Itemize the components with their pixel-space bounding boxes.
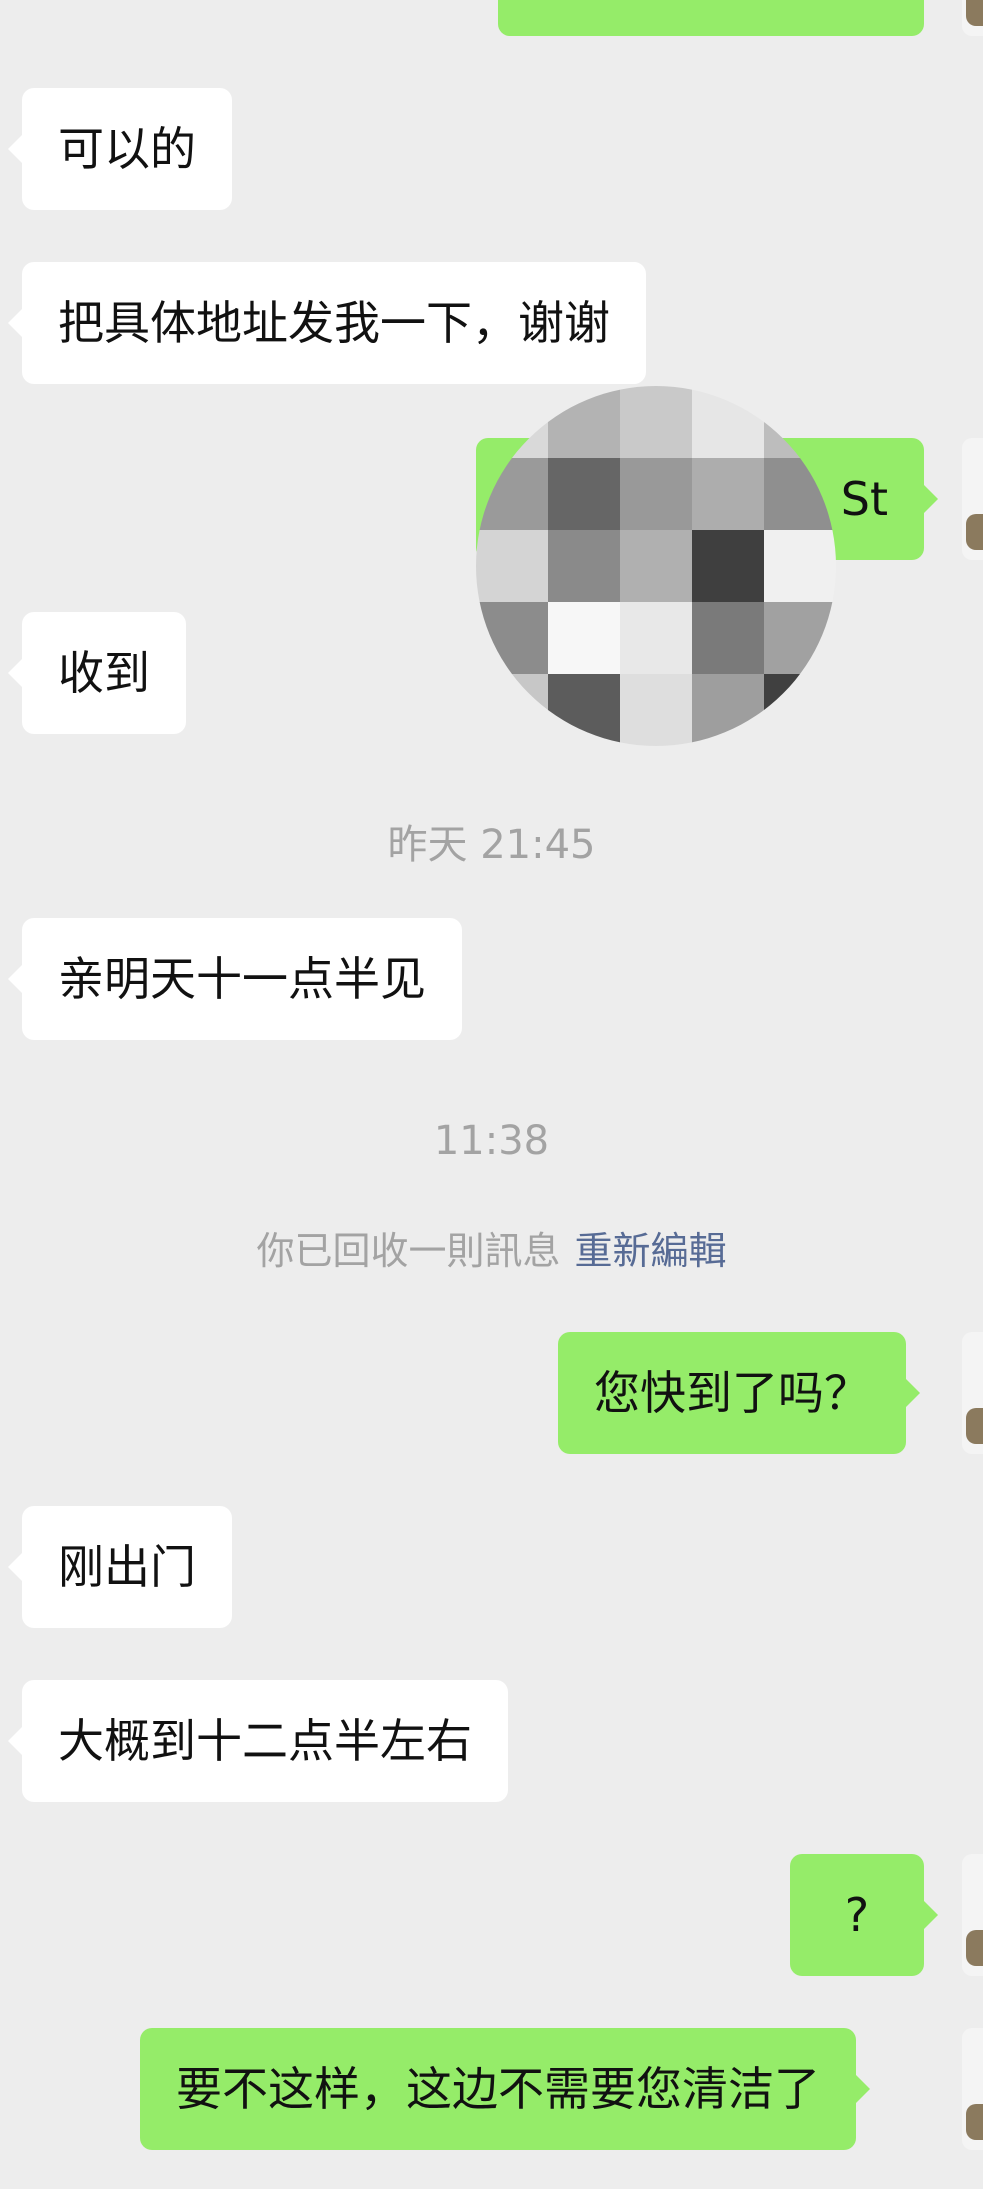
mosaic-tile xyxy=(620,458,692,530)
mosaic-tile xyxy=(764,674,836,746)
message-bubble[interactable]: 把具体地址发我一下，谢谢 xyxy=(8,262,646,384)
message-bubble-partial[interactable] xyxy=(498,0,924,36)
pixelated-redaction-icon xyxy=(476,386,836,746)
mosaic-tile xyxy=(692,602,764,674)
mosaic-tile xyxy=(620,386,692,458)
mosaic-tile xyxy=(476,602,548,674)
chat-message-list[interactable]: 可以的 把具体地址发我一下，谢谢 St 收到 昨天 21:45 亲明天十一点半见… xyxy=(0,0,983,2189)
message-bubble[interactable]: 大概到十二点半左右 xyxy=(8,1680,508,1802)
avatar[interactable] xyxy=(962,438,983,560)
mosaic-tile xyxy=(548,386,620,458)
avatar[interactable] xyxy=(962,1854,983,1976)
mosaic-tile xyxy=(692,674,764,746)
mosaic-tile xyxy=(692,530,764,602)
mosaic-tile xyxy=(764,602,836,674)
avatar[interactable] xyxy=(962,2028,983,2150)
mosaic-tile xyxy=(692,386,764,458)
mosaic-tile xyxy=(548,530,620,602)
message-bubble[interactable]: 收到 xyxy=(8,612,186,734)
timestamp: 11:38 xyxy=(433,1118,550,1164)
mosaic-tile xyxy=(620,602,692,674)
mosaic-tile xyxy=(620,674,692,746)
recall-notice-text: 你已回收一則訊息 xyxy=(256,1229,561,1273)
avatar[interactable] xyxy=(962,1332,983,1454)
mosaic-tile xyxy=(548,602,620,674)
mosaic-tile xyxy=(764,530,836,602)
mosaic-tile xyxy=(548,458,620,530)
mosaic-tile xyxy=(620,530,692,602)
recall-notice: 你已回收一則訊息 重新編輯 xyxy=(0,1220,983,1275)
re-edit-link[interactable]: 重新編輯 xyxy=(575,1229,727,1273)
mosaic-tile xyxy=(548,674,620,746)
message-bubble[interactable]: 要不这样，这边不需要您清洁了 xyxy=(140,2028,870,2150)
message-bubble[interactable]: 可以的 xyxy=(8,88,232,210)
message-bubble[interactable]: ? xyxy=(790,1854,938,1976)
mosaic-tile xyxy=(476,530,548,602)
message-bubble[interactable]: 您快到了吗？ xyxy=(558,1332,920,1454)
message-bubble[interactable]: 刚出门 xyxy=(8,1506,232,1628)
mosaic-tile xyxy=(692,458,764,530)
message-bubble[interactable]: 亲明天十一点半见 xyxy=(8,918,462,1040)
timestamp: 昨天 21:45 xyxy=(387,822,596,868)
avatar[interactable] xyxy=(962,0,983,36)
message-text: St xyxy=(840,472,888,526)
mosaic-tile xyxy=(476,674,548,746)
